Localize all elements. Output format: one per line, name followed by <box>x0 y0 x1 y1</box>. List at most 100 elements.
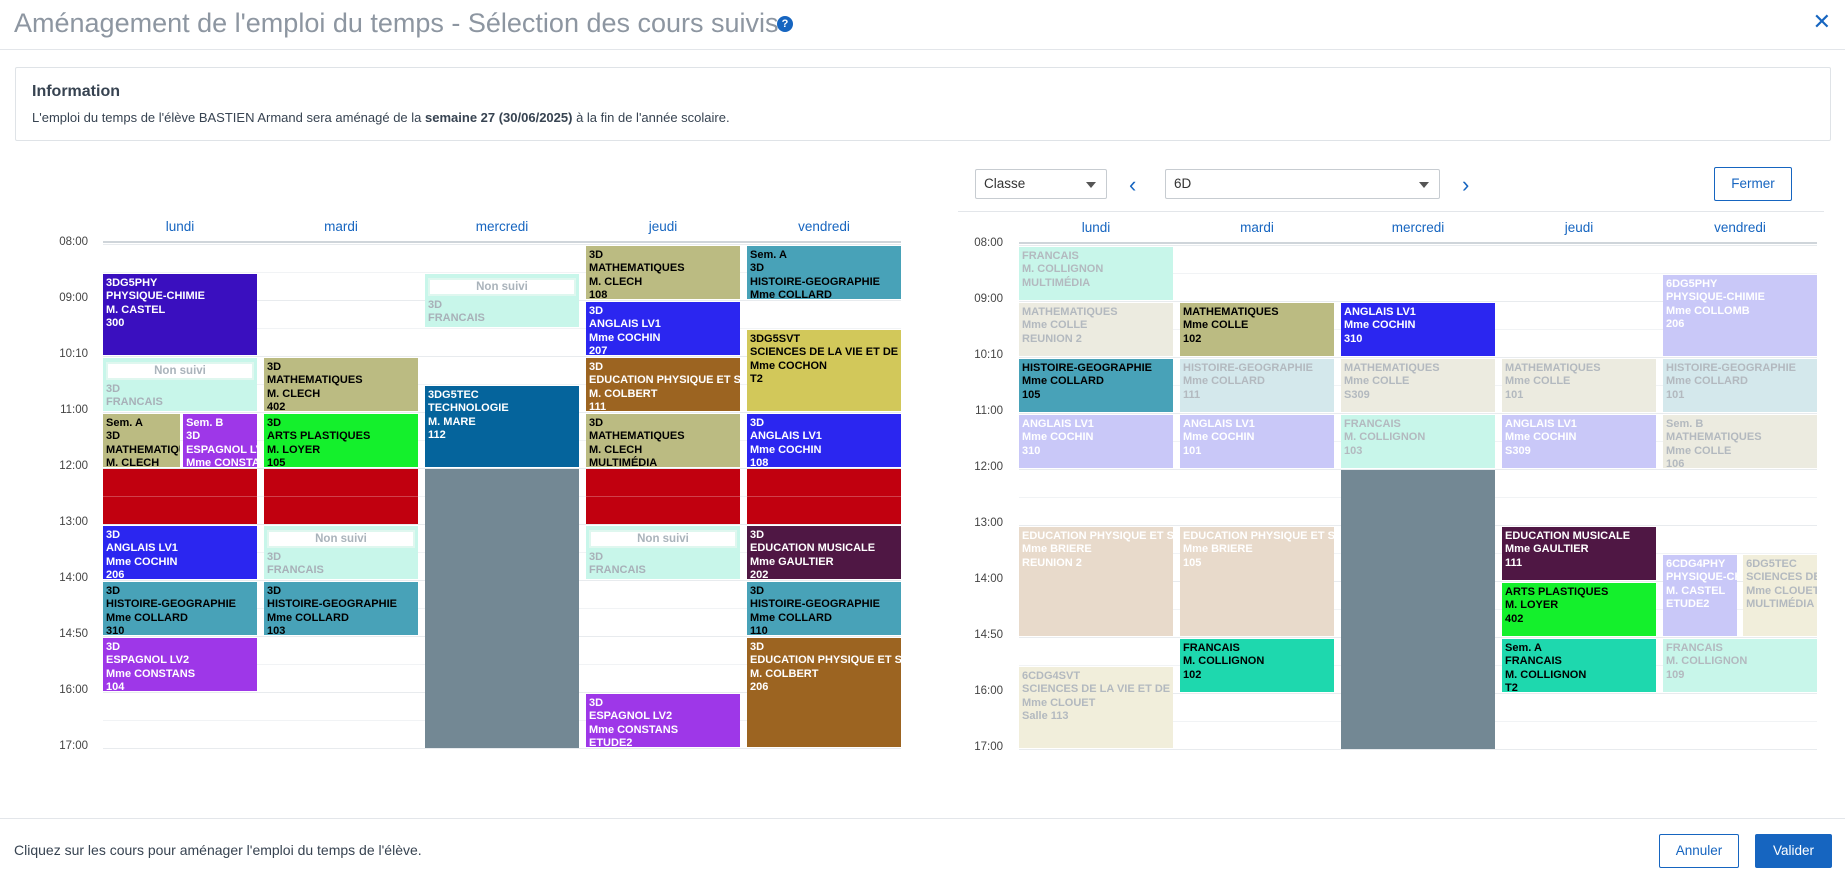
course-text: ESPAGNOL LV2 <box>589 710 673 723</box>
course-text: M. COLBERT <box>589 387 658 400</box>
right-course-block[interactable]: FRANCAIS M. COLLIGNON 109 <box>1663 639 1817 692</box>
course-text: EDUCATION PHYSIQUE ET SPORTIVE <box>1022 530 1173 542</box>
left-course-block[interactable]: 3DG5TEC TECHNOLOGIE M. MARE 112 <box>425 386 579 467</box>
course-text: M. CASTEL <box>106 303 166 316</box>
right-course-block[interactable]: ANGLAIS LV1 Mme COCHIN 310 <box>1019 415 1173 468</box>
course-text: 103 <box>1344 444 1363 457</box>
course-text: 3D <box>589 697 604 709</box>
left-course-block[interactable]: 3D EDUCATION MUSICALE Mme GAULTIER 202 <box>747 526 901 579</box>
left-course-block[interactable]: 3D MATHEMATIQUES M. CLECH 108 <box>586 246 740 299</box>
right-course-block[interactable]: FRANCAIS M. COLLIGNON 102 <box>1180 639 1334 692</box>
right-course-block[interactable]: ARTS PLASTIQUES M. LOYER 402 <box>1502 583 1656 636</box>
left-course-block[interactable]: Non suivi 3D FRANCAIS <box>103 358 257 411</box>
course-text: Sem. A <box>1505 642 1542 654</box>
course-text: Mme COLLE <box>1666 444 1732 457</box>
next-arrow-icon[interactable]: › <box>1462 174 1469 196</box>
course-text: 6CDG4SVT <box>1022 670 1081 682</box>
left-course-block[interactable]: 3DG5PHY PHYSIQUE-CHIMIE M. CASTEL 300 <box>103 274 257 355</box>
right-course-block[interactable]: MATHEMATIQUES Mme COLLE 101 <box>1502 359 1656 412</box>
prev-arrow-icon[interactable]: ‹ <box>1129 174 1136 196</box>
left-course-block[interactable]: 3D HISTOIRE-GEOGRAPHIE Mme COLLARD 110 <box>747 582 901 635</box>
course-text: FRANCAIS <box>106 396 163 409</box>
left-course-block[interactable]: 3D ANGLAIS LV1 Mme COCHIN 108 <box>747 414 901 467</box>
course-text: MATHEMATIQUES <box>1022 306 1118 318</box>
type-select-value: Classe <box>984 176 1026 191</box>
right-course-block[interactable]: EDUCATION PHYSIQUE ET SPORTIVEMme BRIERE… <box>1019 527 1173 636</box>
left-course-block[interactable]: 3D ANGLAIS LV1 Mme COCHIN 206 <box>103 526 257 579</box>
left-course-block[interactable]: 3D ESPAGNOL LV2 Mme CONSTANS 104 <box>103 638 257 691</box>
course-text: PHYSIQUE-CHIMIE <box>1666 291 1766 304</box>
course-text: 3D <box>589 249 604 261</box>
right-course-block[interactable]: Sem. A FRANCAIS M. COLLIGNON T2 <box>1502 639 1656 692</box>
left-course-block[interactable]: Non suivi 3D FRANCAIS <box>586 526 740 579</box>
course-text: M. CASTEL <box>1666 584 1726 597</box>
course-text: MULTIMÉDIA <box>1746 597 1815 610</box>
group-select[interactable]: 6D <box>1165 169 1440 199</box>
right-course-block[interactable]: MATHEMATIQUES Mme COLLE REUNION 2 <box>1019 303 1173 356</box>
course-text: M. MARE <box>428 415 476 428</box>
course-text: M. COLLIGNON <box>1505 668 1587 681</box>
cancel-button[interactable]: Annuler <box>1659 834 1739 868</box>
left-course-block[interactable]: Non suivi 3D FRANCAIS <box>264 526 418 579</box>
left-course-block[interactable]: Non suivi 3D FRANCAIS <box>425 274 579 327</box>
right-course-block[interactable]: 6CDG4PHYPHYSIQUE-CHIMIEM. CASTELETUDE2 <box>1663 555 1737 636</box>
left-course-block[interactable]: 3D HISTOIRE-GEOGRAPHIE Mme COLLARD 310 <box>103 582 257 635</box>
course-text: ETUDE2 <box>589 736 633 747</box>
validate-button[interactable]: Valider <box>1755 834 1832 868</box>
right-course-block[interactable]: FRANCAIS M. COLLIGNON 103 <box>1341 415 1495 468</box>
course-text: Mme GAULTIER <box>750 555 834 568</box>
course-text: Sem. A <box>106 417 143 429</box>
course-text: S309 <box>1344 388 1370 401</box>
info-text: L'emploi du temps de l'élève BASTIEN Arm… <box>32 110 730 125</box>
right-course-block[interactable]: HISTOIRE-GEOGRAPHIE Mme COLLARD 111 <box>1180 359 1334 412</box>
course-text: 310 <box>106 624 125 635</box>
course-text: Mme BRIERE <box>1022 543 1092 556</box>
left-unavailable-block <box>586 469 740 524</box>
left-course-block[interactable]: 3D ANGLAIS LV1 Mme COCHIN 207 <box>586 302 740 355</box>
right-grid-line <box>1019 357 1817 358</box>
right-course-block[interactable]: MATHEMATIQUES Mme COLLE S309 <box>1341 359 1495 412</box>
course-text: 3D <box>186 430 201 443</box>
right-course-block[interactable]: ANGLAIS LV1 Mme COCHIN S309 <box>1502 415 1656 468</box>
help-icon[interactable]: ? <box>777 16 793 32</box>
left-course-block[interactable]: 3D MATHEMATIQUES M. CLECH MULTIMÉDIA <box>586 414 740 467</box>
right-course-block[interactable]: FRANCAIS M. COLLIGNON MULTIMÉDIA <box>1019 247 1173 300</box>
left-course-block[interactable]: 3D MATHEMATIQUES M. CLECH 402 <box>264 358 418 411</box>
left-course-block[interactable]: Sem. A3DMATHEMATIQUESM. CLECH <box>103 414 180 467</box>
course-text: Mme COLLARD <box>267 611 349 624</box>
course-text: 206 <box>106 568 125 579</box>
left-hour-label: 14:00 <box>59 572 88 584</box>
left-course-block[interactable]: Sem. A 3D HISTOIRE-GEOGRAPHIE Mme COLLARD <box>747 246 901 299</box>
course-text: 3D <box>106 585 121 597</box>
left-course-block[interactable]: 3D ESPAGNOL LV2 Mme CONSTANS ETUDE2 <box>586 694 740 747</box>
right-course-block[interactable]: HISTOIRE-GEOGRAPHIE Mme COLLARD 101 <box>1663 359 1817 412</box>
left-course-block[interactable]: 3D HISTOIRE-GEOGRAPHIE Mme COLLARD 103 <box>264 582 418 635</box>
left-course-block[interactable]: 3DG5SVTSCIENCES DE LA VIE ET DE LA TERRE… <box>747 330 901 411</box>
right-course-block[interactable]: 6DG5PHY PHYSIQUE-CHIMIE Mme COLLOMB 206 <box>1663 275 1817 356</box>
right-course-block[interactable]: Sem. B MATHEMATIQUES Mme COLLE 106 <box>1663 415 1817 468</box>
right-course-block[interactable]: 6CDG4SVTSCIENCES DE LA VIE ET DE LA TERR… <box>1019 667 1173 748</box>
right-course-block[interactable]: EDUCATION MUSICALE Mme GAULTIER 111 <box>1502 527 1656 580</box>
fermer-button[interactable]: Fermer <box>1714 167 1792 201</box>
course-text: ANGLAIS LV1 <box>1344 306 1416 318</box>
right-course-block[interactable]: 6DG5TECSCIENCES DE LA VIEMme CLOUETMULTI… <box>1743 555 1817 636</box>
left-course-block[interactable]: 3DEDUCATION PHYSIQUE ET SPORTIVEM. COLBE… <box>586 358 740 411</box>
left-course-block[interactable]: 3DEDUCATION PHYSIQUE ET SPORTIVEM. COLBE… <box>747 638 901 747</box>
close-icon[interactable]: ✕ <box>1813 10 1831 34</box>
right-hour-label: 16:00 <box>974 685 1003 697</box>
left-hour-label: 10:10 <box>59 348 88 360</box>
left-day-header-lundi: lundi <box>165 219 195 234</box>
left-hour-label: 16:00 <box>59 684 88 696</box>
type-select[interactable]: Classe <box>975 169 1107 199</box>
right-course-block[interactable]: ANGLAIS LV1 Mme COCHIN 310 <box>1341 303 1495 356</box>
left-course-block[interactable]: Sem. B3DESPAGNOL LV2Mme CONSTANS <box>183 414 257 467</box>
course-text: 3D <box>589 361 604 373</box>
right-course-block[interactable]: ANGLAIS LV1 Mme COCHIN 101 <box>1180 415 1334 468</box>
right-course-block[interactable]: MATHEMATIQUES Mme COLLE 102 <box>1180 303 1334 356</box>
right-course-block[interactable]: HISTOIRE-GEOGRAPHIE Mme COLLARD 105 <box>1019 359 1173 412</box>
course-text: 402 <box>1505 612 1524 625</box>
right-hour-label: 13:00 <box>974 517 1003 529</box>
course-text: 3D <box>106 430 121 443</box>
right-course-block[interactable]: EDUCATION PHYSIQUE ET SPORTIVEMme BRIERE… <box>1180 527 1334 636</box>
left-course-block[interactable]: 3D ARTS PLASTIQUES M. LOYER 105 <box>264 414 418 467</box>
